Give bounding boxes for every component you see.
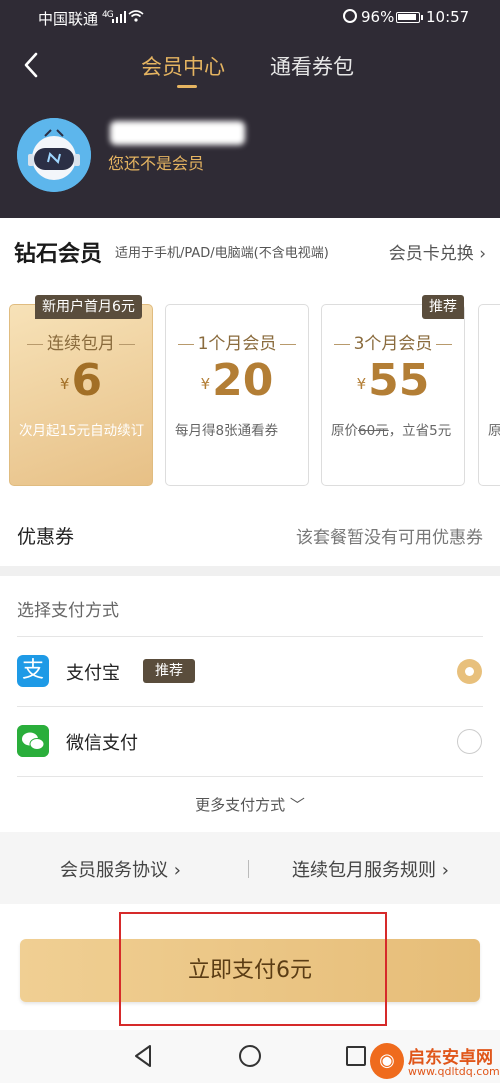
tab-member-center[interactable]: 会员中心	[141, 51, 225, 88]
payment-section: 选择支付方式 支 支付宝 推荐 微信支付 更多支付方式 ﹀	[0, 576, 500, 832]
plan-badge: 新用户首月6元	[35, 295, 142, 319]
back-icon[interactable]	[22, 52, 42, 78]
alipay-radio[interactable]	[457, 659, 482, 684]
member-status: 您还不是会员	[108, 154, 205, 173]
payment-title: 选择支付方式	[17, 601, 119, 621]
tab-coupon-pack[interactable]: 通看券包	[270, 51, 354, 81]
plan-card-monthly-auto[interactable]: 新用户首月6元 连续包月 ¥6 次月起15元自动续订	[9, 295, 153, 486]
header: 会员中心 通看券包 您还不是会员	[0, 34, 500, 218]
plan-desc: 次月起15元自动续订	[19, 423, 145, 439]
wechat-radio[interactable]	[457, 729, 482, 754]
plan-desc: 原价60元，立省5元	[331, 423, 452, 439]
watermark-url: www.qdltdq.com	[408, 1065, 500, 1078]
avatar[interactable]	[17, 118, 91, 192]
coupon-label: 优惠券	[17, 526, 75, 548]
membership-title: 钻石会员	[14, 242, 103, 267]
payment-option-wechat[interactable]: 微信支付	[0, 706, 500, 776]
plan-name: 连续包月	[10, 329, 152, 354]
membership-panel: 钻石会员 适用于手机/PAD/电脑端(不含电视端) 会员卡兑换 › 新用户首月6…	[0, 218, 500, 566]
card-exchange-link[interactable]: 会员卡兑换 ›	[389, 239, 486, 264]
nav-back-icon[interactable]	[133, 1044, 153, 1068]
plan-name: 1个月会员	[166, 329, 308, 354]
alipay-icon: 支	[17, 655, 49, 687]
watermark-logo-icon: ◉	[370, 1043, 404, 1079]
plan-desc: 原	[488, 423, 500, 439]
wechat-icon	[17, 725, 49, 757]
agreements-bar: 会员服务协议 › 连续包月服务规则 ›	[0, 832, 500, 904]
plan-card-1-month[interactable]: 1个月会员 ¥20 每月得8张通看券	[165, 304, 309, 486]
signal-icon	[112, 11, 126, 23]
payment-option-alipay[interactable]: 支 支付宝 推荐	[0, 636, 500, 706]
plan-price: ¥20	[200, 355, 274, 406]
battery-percent: 96%	[361, 8, 395, 26]
watermark: ◉ 启东安卓网 www.qdltdq.com	[370, 1043, 500, 1081]
username-redacted	[110, 121, 245, 145]
nav-home-icon[interactable]	[239, 1045, 261, 1067]
more-payment-methods[interactable]: 更多支付方式 ﹀	[0, 794, 500, 815]
alarm-icon	[343, 9, 357, 23]
plan-card-3-month[interactable]: 推荐 3个月会员 ¥55 原价60元，立省5元	[321, 295, 465, 486]
membership-subtitle: 适用于手机/PAD/电脑端(不含电视端)	[115, 246, 329, 261]
highlight-box	[119, 912, 387, 1026]
coupon-value[interactable]: 该套餐暂没有可用优惠券	[296, 523, 483, 548]
divider	[17, 776, 483, 777]
payment-name: 支付宝	[66, 663, 120, 684]
plan-name: 3个月会员	[322, 329, 464, 354]
payment-name: 微信支付	[66, 733, 138, 754]
separator	[248, 860, 249, 878]
nav-recent-icon[interactable]	[346, 1046, 366, 1066]
pay-bar: 立即支付6元	[0, 904, 500, 1030]
status-bar: 中国联通 4G 96% 10:57	[0, 0, 500, 34]
service-agreement-link[interactable]: 会员服务协议 ›	[60, 856, 181, 882]
plan-card-partial[interactable]: 原	[478, 304, 500, 486]
plan-price: ¥55	[356, 355, 430, 406]
clock: 10:57	[426, 8, 470, 26]
plan-price: ¥6	[59, 355, 103, 406]
auto-renew-rules-link[interactable]: 连续包月服务规则 ›	[292, 856, 449, 882]
wifi-icon	[128, 10, 144, 22]
plan-desc: 每月得8张通看券	[175, 423, 279, 439]
carrier-name: 中国联通	[38, 10, 99, 28]
recommend-tag: 推荐	[143, 659, 195, 683]
battery-icon	[396, 12, 423, 23]
plan-badge: 推荐	[422, 295, 464, 319]
